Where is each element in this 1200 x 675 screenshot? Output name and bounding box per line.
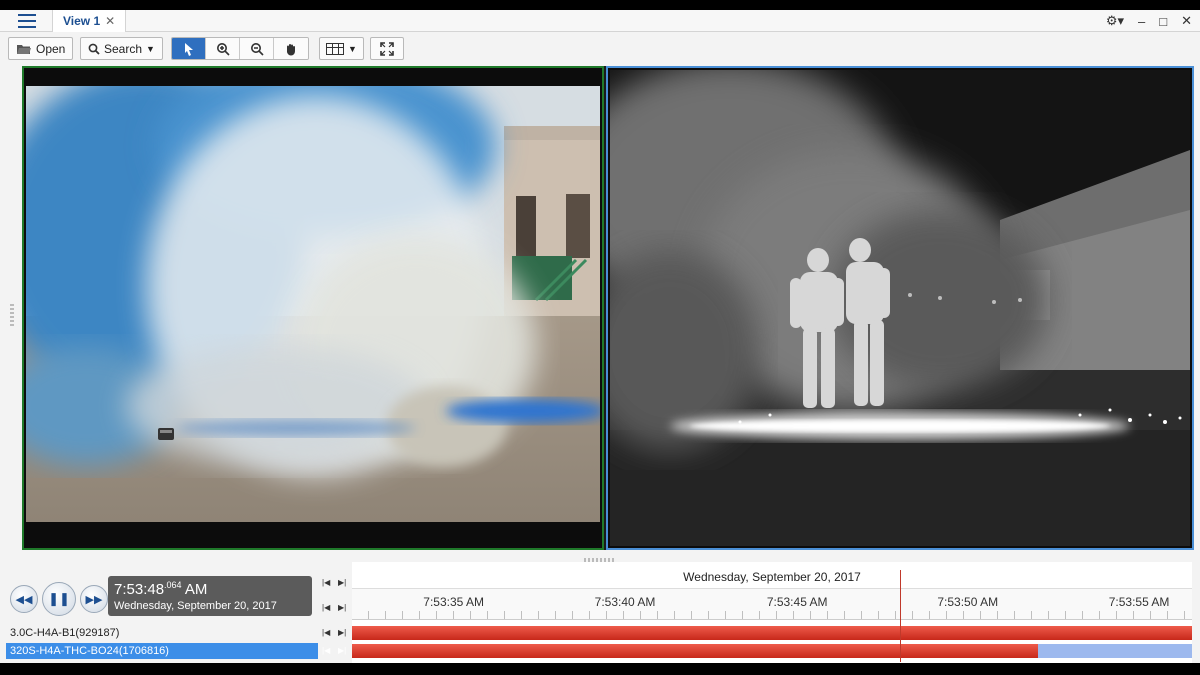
rewind-icon: ◀◀ (15, 593, 33, 606)
zoom-out-icon (250, 42, 264, 56)
settings-gear-icon[interactable]: ⚙▾ (1106, 13, 1124, 29)
zoom-out-button[interactable] (240, 38, 274, 59)
skip-to-start-icon[interactable]: |◀ (322, 578, 330, 587)
visible-camera-feed (26, 86, 600, 522)
fast-forward-icon: ▶▶ (85, 593, 103, 606)
skip-to-end-icon[interactable]: ▶| (338, 603, 346, 612)
playback-clock: 7:53:48.064 AM Wednesday, September 20, … (108, 576, 312, 616)
fast-forward-button[interactable]: ▶▶ (80, 585, 108, 613)
zoom-in-button[interactable] (206, 38, 240, 59)
transport-controls: ◀◀ ❚❚ ▶▶ (10, 582, 108, 616)
side-panel-grip[interactable] (10, 304, 14, 326)
pan-hand-icon (287, 43, 295, 55)
open-button[interactable]: Open (8, 37, 74, 60)
clock-time-main: 7:53:48 (114, 581, 165, 598)
timeline-tick-label: 7:53:50 AM (937, 595, 999, 609)
tab-view-1[interactable]: View 1 ✕ (52, 10, 127, 32)
video-area (22, 66, 1194, 550)
track-row-camera-2-selected[interactable]: 320S-H4A-THC-BO24(1706816) (6, 643, 318, 659)
timeline-tick-label: 7:53:55 AM (1108, 595, 1170, 609)
clock-date: Wednesday, September 20, 2017 (114, 600, 277, 612)
search-label: Search (104, 41, 143, 56)
pan-tool-button[interactable] (274, 38, 308, 59)
track-label: 320S-H4A-THC-BO24(1706816) (10, 645, 169, 657)
timeline-date: Wednesday, September 20, 2017 (683, 570, 861, 584)
recording-track-1[interactable] (352, 626, 1192, 640)
minimize-icon[interactable]: – (1138, 14, 1145, 29)
timeline-tick-label: 7:53:35 AM (423, 595, 484, 609)
track-prev-icon[interactable]: |◀ (322, 646, 330, 655)
skip-to-start-icon[interactable]: |◀ (322, 603, 330, 612)
pointer-icon (184, 42, 193, 56)
dropdown-caret-icon: ▼ (146, 43, 155, 54)
smoke-scene-image (26, 86, 600, 522)
pointer-tool-button[interactable] (172, 38, 206, 59)
camera-pane-thermal[interactable] (606, 66, 1194, 550)
search-button[interactable]: Search ▼ (80, 37, 163, 60)
zoom-in-icon (216, 42, 230, 56)
toolbar: Open Search ▼ ▼ (0, 33, 1200, 65)
fullscreen-button[interactable] (370, 37, 404, 60)
track-next-icon[interactable]: ▶| (338, 628, 346, 637)
clock-time-ampm: AM (184, 581, 208, 598)
window-controls: ⚙▾ – □ ✕ (1106, 10, 1192, 32)
track-next-icon[interactable]: ▶| (338, 646, 346, 655)
track-prev-icon[interactable]: |◀ (322, 628, 330, 637)
timeline-nav-column: |◀ ▶| |◀ ▶| |◀ ▶| |◀ ▶| (318, 562, 352, 663)
app-window: View 1 ✕ ⚙▾ – □ ✕ Open Search ▼ ▼ ◀◀ ❚❚ … (0, 10, 1200, 663)
tool-segment-group (171, 37, 309, 60)
playhead-cursor[interactable] (899, 570, 901, 662)
dropdown-caret-icon: ▼ (348, 43, 357, 54)
clock-time-ms: .064 (164, 580, 182, 590)
open-label: Open (36, 41, 66, 56)
thermal-camera-feed (610, 70, 1190, 546)
pause-button[interactable]: ❚❚ (42, 582, 76, 616)
timeline-tick-label: 7:53:40 AM (594, 595, 656, 609)
track-row-camera-1[interactable]: 3.0C-H4A-B1(929187) (6, 625, 318, 641)
title-bar: View 1 ✕ ⚙▾ – □ ✕ (0, 10, 1200, 32)
maximize-icon[interactable]: □ (1159, 14, 1167, 29)
search-icon (88, 43, 100, 55)
tab-close-icon[interactable]: ✕ (105, 14, 115, 28)
rewind-button[interactable]: ◀◀ (10, 585, 38, 613)
menu-hamburger-icon[interactable] (18, 14, 36, 28)
playback-panel: ◀◀ ❚❚ ▶▶ 7:53:48.064 AM Wednesday, Septe… (0, 562, 1200, 663)
camera-pane-visible[interactable] (22, 66, 604, 550)
clock-time: 7:53:48.064 AM (114, 580, 306, 598)
tab-label: View 1 (63, 14, 101, 28)
recording-track-2[interactable] (352, 644, 1192, 658)
fullscreen-icon (380, 41, 394, 56)
track-label: 3.0C-H4A-B1(929187) (10, 627, 120, 639)
timeline[interactable]: Wednesday, September 20, 2017 7:53:35 AM… (352, 562, 1192, 663)
layout-button[interactable]: ▼ (319, 37, 364, 60)
folder-open-icon (17, 44, 31, 54)
close-window-icon[interactable]: ✕ (1181, 13, 1192, 29)
timeline-tick-label: 7:53:45 AM (766, 595, 828, 609)
timeline-ruler[interactable]: 7:53:35 AM 7:53:40 AM 7:53:45 AM 7:53:50 AM… (352, 588, 1192, 620)
thermal-scene-image (610, 70, 1190, 546)
skip-to-end-icon[interactable]: ▶| (338, 578, 346, 587)
recording-track-2-fill (352, 644, 1039, 658)
layout-grid-icon (326, 42, 344, 55)
pause-icon: ❚❚ (48, 591, 70, 606)
